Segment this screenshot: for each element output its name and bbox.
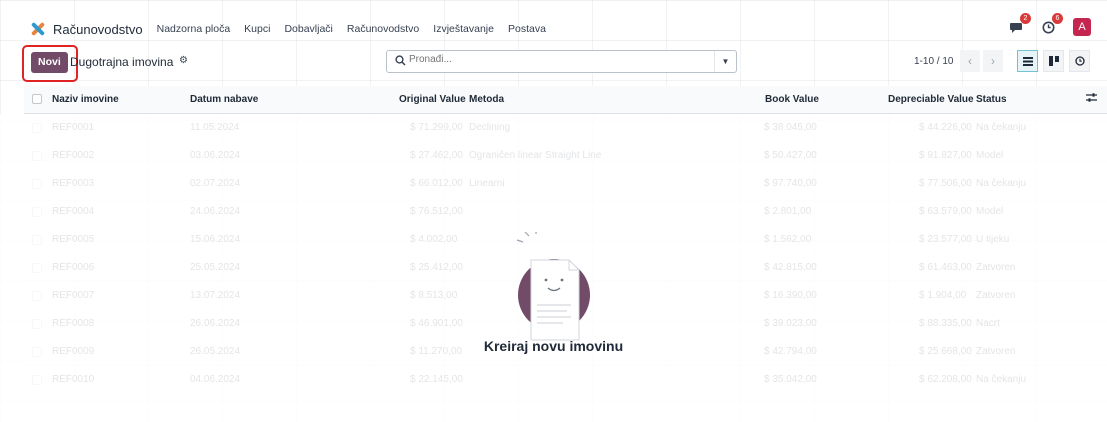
menu-item-customers[interactable]: Kupci bbox=[244, 23, 270, 35]
list-view-icon[interactable] bbox=[1017, 50, 1038, 72]
column-header-status[interactable]: Status bbox=[976, 94, 1007, 105]
navbar-systray: 2 6 A bbox=[993, 13, 1091, 36]
search-bar: ▼ bbox=[386, 50, 737, 73]
kanban-view-icon[interactable] bbox=[1043, 50, 1064, 72]
app-logo-icon bbox=[30, 21, 46, 37]
column-header-original-value[interactable]: Original Value bbox=[399, 94, 466, 105]
empty-state-helper: Kreiraj novu imovinu bbox=[0, 229, 1107, 354]
messages-badge: 2 bbox=[1020, 13, 1031, 24]
menu-item-accounting[interactable]: Računovodstvo bbox=[347, 23, 419, 35]
app-brand[interactable]: Računovodstvo bbox=[30, 21, 157, 37]
empty-document-illustration-icon bbox=[509, 229, 599, 342]
column-header-name[interactable]: Naziv imovine bbox=[52, 94, 119, 105]
gear-icon[interactable]: ⚙ bbox=[179, 55, 188, 66]
pager-value[interactable]: 1-10 / 10 bbox=[914, 56, 953, 67]
app-name: Računovodstvo bbox=[53, 21, 143, 37]
search-input[interactable] bbox=[409, 54, 689, 65]
menu-item-configuration[interactable]: Postava bbox=[508, 23, 546, 35]
table-header: Naziv imovine Datum nabave Original Valu… bbox=[24, 86, 1107, 114]
activities-clock-icon[interactable]: 6 bbox=[1039, 13, 1063, 36]
menu-item-vendors[interactable]: Dobavljači bbox=[284, 23, 332, 35]
pager-previous-chevron-left-icon[interactable]: ‹ bbox=[960, 50, 980, 72]
control-panel: Novi Dugotrajna imovina ⚙ ▼ 1-10 / 10 ‹ … bbox=[0, 45, 1107, 82]
column-header-depreciable-value[interactable]: Depreciable Value bbox=[888, 94, 974, 105]
messages-icon[interactable]: 2 bbox=[1007, 13, 1031, 36]
optional-columns-toggle-icon[interactable] bbox=[1086, 92, 1097, 106]
user-avatar[interactable]: A bbox=[1073, 18, 1091, 36]
activities-badge: 6 bbox=[1052, 13, 1063, 24]
column-header-date[interactable]: Datum nabave bbox=[190, 94, 258, 105]
search-options-chevron-down-icon[interactable]: ▼ bbox=[714, 51, 736, 72]
top-navbar: Računovodstvo Nadzorna ploča Kupci Dobav… bbox=[0, 13, 1107, 44]
column-header-book-value[interactable]: Book Value bbox=[765, 94, 819, 105]
select-all-checkbox[interactable] bbox=[32, 94, 42, 104]
menu-item-reporting[interactable]: Izvještavanje bbox=[433, 23, 494, 35]
activity-view-clock-icon[interactable] bbox=[1069, 50, 1090, 72]
menu-item-dashboard[interactable]: Nadzorna ploča bbox=[157, 23, 231, 35]
pager-next-chevron-right-icon[interactable]: › bbox=[983, 50, 1003, 72]
breadcrumb: Dugotrajna imovina bbox=[70, 55, 174, 69]
search-icon bbox=[395, 55, 406, 69]
column-header-method[interactable]: Metoda bbox=[469, 94, 504, 105]
